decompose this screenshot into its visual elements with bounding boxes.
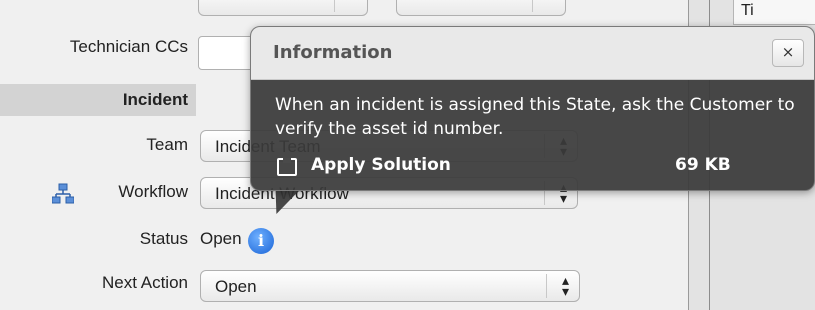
select-arrows-icon: ▴▾ [561,272,569,299]
top-select-1[interactable] [198,0,368,16]
status-label: Status [139,229,188,248]
next-action-select[interactable]: Open ▴ ▾ [200,270,580,302]
status-value: Open [200,229,242,248]
close-icon[interactable]: × [772,39,804,67]
info-icon[interactable]: i [248,228,274,254]
information-popup: Information × When an incident is assign… [250,26,815,191]
attachment-row[interactable]: Apply Solution 69 KB [275,155,785,183]
attachment-name[interactable]: Apply Solution [311,155,451,175]
popup-message: When an incident is assigned this State,… [275,95,795,139]
popup-title: Information [273,42,393,63]
workflow-label: Workflow [118,182,188,201]
labels-column: Technician CCs Incident Team Workflow St… [0,0,196,310]
incident-section-header: Incident [0,84,196,116]
select-separator [334,0,335,12]
attachment-icon [277,158,297,176]
popup-titlebar: Information × [251,27,814,80]
panel-header-text: Ti [741,2,754,19]
team-label: Team [146,135,188,154]
next-action-label: Next Action [102,273,188,292]
select-separator [532,0,533,12]
top-select-2[interactable] [396,0,566,16]
attachment-size: 69 KB [675,155,731,175]
select-separator [546,274,547,298]
next-action-select-value: Open [215,277,257,296]
incident-section-label: Incident [122,90,188,109]
technician-ccs-label: Technician CCs [69,37,188,56]
